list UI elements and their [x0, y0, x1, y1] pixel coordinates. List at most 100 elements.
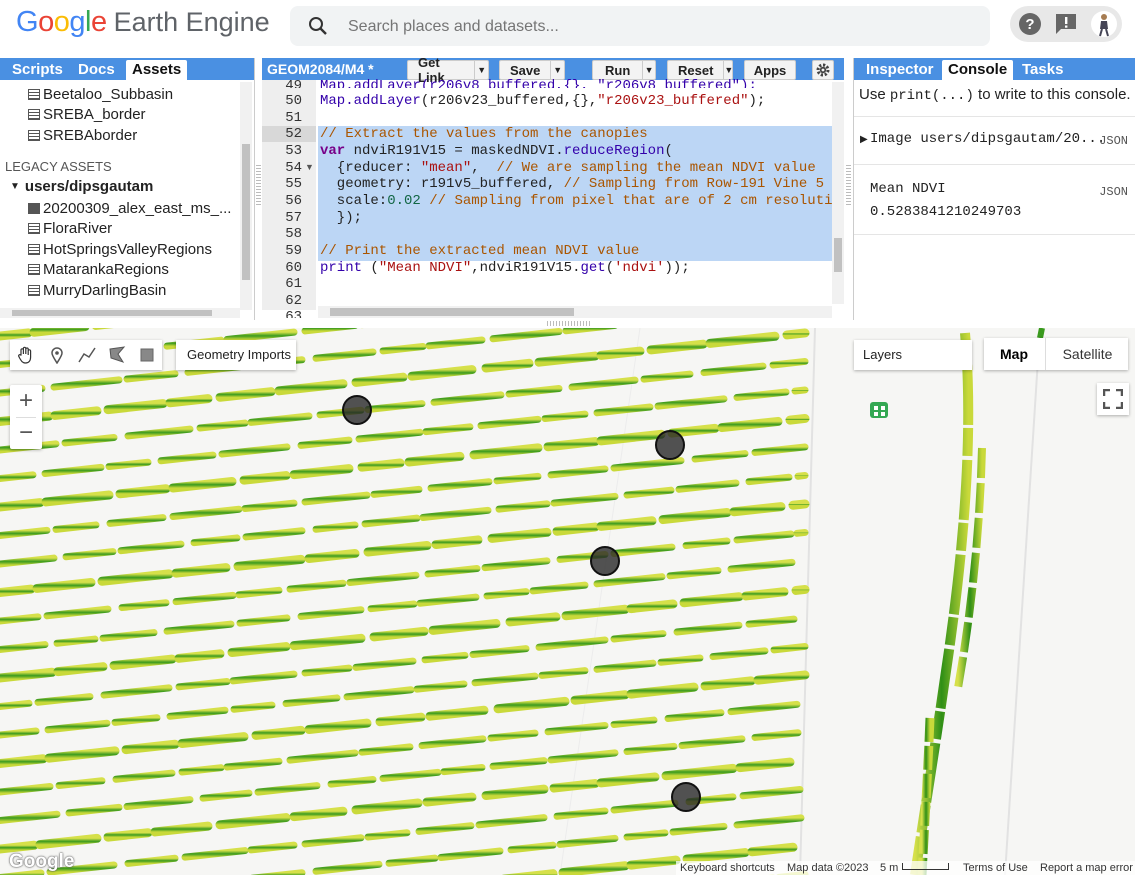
save-button[interactable]: Save ▼ — [499, 60, 565, 80]
console-panel: Inspector Console Tasks Use print(...) t… — [853, 58, 1135, 320]
horizontal-scrollbar[interactable] — [318, 306, 832, 318]
map-canvas[interactable]: Geometry Imports Layers Map Satellite + … — [0, 328, 1135, 875]
hand-pan-icon[interactable] — [16, 346, 34, 367]
place-marker-icon[interactable] — [870, 402, 888, 418]
vertical-scrollbar[interactable] — [240, 82, 252, 310]
layers-button[interactable]: Layers — [854, 340, 972, 370]
asset-item[interactable]: SREBA_border — [28, 106, 146, 123]
code-line[interactable]: Map.addLayer(r206v8_buffered,{}, "r206v8… — [320, 78, 757, 88]
vine-row-segment — [658, 508, 732, 525]
code-line[interactable]: scale:0.02 // Sampling from pixel that a… — [320, 193, 832, 209]
caret-down-icon[interactable]: ▼ — [10, 181, 20, 192]
expand-triangle-icon[interactable]: ▶ — [860, 134, 868, 145]
tab-tasks[interactable]: Tasks — [1016, 60, 1069, 80]
asset-item[interactable]: MatarankaRegions — [28, 261, 169, 278]
settings-gear-icon[interactable] — [812, 60, 834, 80]
vine-row-segment — [166, 706, 229, 720]
earth-engine-logo[interactable]: Google Earth Engine — [16, 6, 270, 46]
asset-item[interactable]: MurryDarlingBasin — [28, 282, 166, 299]
user-folder[interactable]: ▼ users/dipsgautam — [10, 178, 153, 195]
vine-row-segment — [229, 670, 298, 685]
svg-text:?: ? — [1025, 16, 1034, 33]
user-avatar[interactable] — [1090, 10, 1118, 38]
code-line[interactable]: // Extract the values from the canopies — [320, 126, 648, 142]
scrollbar-thumb[interactable] — [330, 308, 574, 316]
terms-link[interactable]: Terms of Use — [963, 862, 1028, 874]
keyboard-shortcuts-link[interactable]: Keyboard shortcuts — [680, 862, 775, 874]
vine-row-segment — [596, 516, 657, 531]
map-splitter[interactable] — [547, 321, 591, 326]
vine-row-segment — [61, 433, 118, 447]
tab-console[interactable]: Console — [942, 60, 1014, 80]
vine-row-segment — [507, 841, 557, 854]
vine-row-segment — [312, 860, 383, 875]
geometry-imports-button[interactable]: Geometry Imports — [176, 340, 296, 370]
tab-assets[interactable]: Assets — [126, 60, 188, 80]
vine-row-segment — [50, 406, 102, 420]
vine-row-segment — [549, 779, 600, 793]
asset-item[interactable]: FloraRiver — [28, 220, 112, 237]
feedback-icon[interactable] — [1052, 10, 1080, 38]
vine-row-segment — [421, 651, 469, 664]
code-line[interactable]: geometry: r191v5_buffered, // Sampling f… — [320, 176, 824, 192]
map-type-satellite[interactable]: Satellite — [1045, 338, 1129, 370]
reset-button[interactable]: Reset ▼ — [667, 60, 733, 80]
rectangle-tool-icon[interactable] — [138, 346, 156, 367]
code-line[interactable]: // Print the extracted mean NDVI value — [320, 243, 639, 259]
polygon-tool-icon[interactable] — [108, 346, 126, 367]
console-entry-image[interactable]: ▶ Image users/dipsgautam/20... JSON — [854, 116, 1135, 165]
panel-splitter[interactable] — [256, 165, 261, 205]
tab-scripts[interactable]: Scripts — [6, 60, 69, 80]
vine-row-segment — [487, 527, 552, 543]
line-number: 62 — [285, 293, 302, 309]
scrollbar-thumb[interactable] — [12, 310, 212, 316]
scrollbar-thumb[interactable] — [834, 238, 842, 272]
console-entry-ndvi: Mean NDVI 0.5283841210249703 JSON — [854, 164, 1135, 235]
tab-docs[interactable]: Docs — [72, 60, 121, 80]
right-tabbar: Inspector Console Tasks — [854, 58, 1135, 80]
asset-item[interactable]: HotSpringsValleyRegions — [28, 241, 212, 258]
chevron-down-icon[interactable]: ▼ — [723, 61, 733, 79]
code-line[interactable]: }); — [320, 210, 362, 226]
google-watermark[interactable]: Google — [9, 851, 74, 873]
code-line[interactable]: Map.addLayer(r206v23_buffered,{},"r206v2… — [320, 93, 765, 109]
chevron-down-icon[interactable]: ▼ — [642, 61, 655, 79]
asset-item[interactable]: SREBAborder — [28, 127, 137, 144]
run-button[interactable]: Run ▼ — [592, 60, 656, 80]
line-tool-icon[interactable] — [78, 346, 96, 367]
marker-tool-icon[interactable] — [48, 346, 66, 367]
json-link[interactable]: JSON — [1099, 185, 1128, 199]
vine-row-segment — [0, 613, 42, 625]
report-map-error-link[interactable]: Report a map error — [1040, 862, 1133, 874]
zoom-out-button[interactable]: − — [10, 417, 42, 449]
chevron-down-icon[interactable]: ▼ — [474, 61, 488, 79]
tab-inspector[interactable]: Inspector — [860, 60, 940, 80]
table-icon — [28, 109, 40, 120]
vine-row-segment — [709, 647, 769, 661]
vine-row-segment — [385, 854, 439, 867]
asset-item[interactable]: 20200309_alex_east_ms_... — [28, 200, 231, 217]
scale-label[interactable]: 5 m — [880, 862, 898, 874]
search-box[interactable] — [290, 6, 990, 46]
get-link-button[interactable]: Get Link ▼ — [407, 55, 489, 85]
asset-item[interactable]: Beetaloo_Subbasin — [28, 86, 173, 103]
json-link[interactable]: JSON — [1099, 134, 1128, 148]
help-icon[interactable]: ? — [1016, 10, 1044, 38]
code-line[interactable]: print ("Mean NDVI",ndviR191V15.get('ndvi… — [320, 260, 690, 276]
vertical-scrollbar[interactable] — [832, 82, 844, 304]
fullscreen-icon[interactable] — [1097, 383, 1129, 415]
vine-row-segment — [0, 840, 39, 854]
chevron-down-icon[interactable]: ▼ — [550, 61, 564, 79]
panel-splitter[interactable] — [846, 165, 851, 205]
code-line[interactable]: var ndviR191V15 = maskedNDVI.reduceRegio… — [320, 143, 673, 159]
search-input[interactable] — [346, 14, 950, 40]
code-line[interactable]: {reducer: "mean", // We are sampling the… — [320, 160, 816, 176]
horizontal-scrollbar[interactable] — [0, 308, 240, 318]
vine-row-segment — [174, 649, 225, 663]
zoom-in-button[interactable]: + — [10, 385, 42, 417]
line-number: 63 — [285, 309, 302, 318]
fold-arrow-icon[interactable]: ▼ — [305, 162, 314, 172]
apps-button[interactable]: Apps — [744, 60, 796, 80]
scrollbar-thumb[interactable] — [242, 144, 250, 280]
map-type-map[interactable]: Map — [984, 338, 1044, 370]
